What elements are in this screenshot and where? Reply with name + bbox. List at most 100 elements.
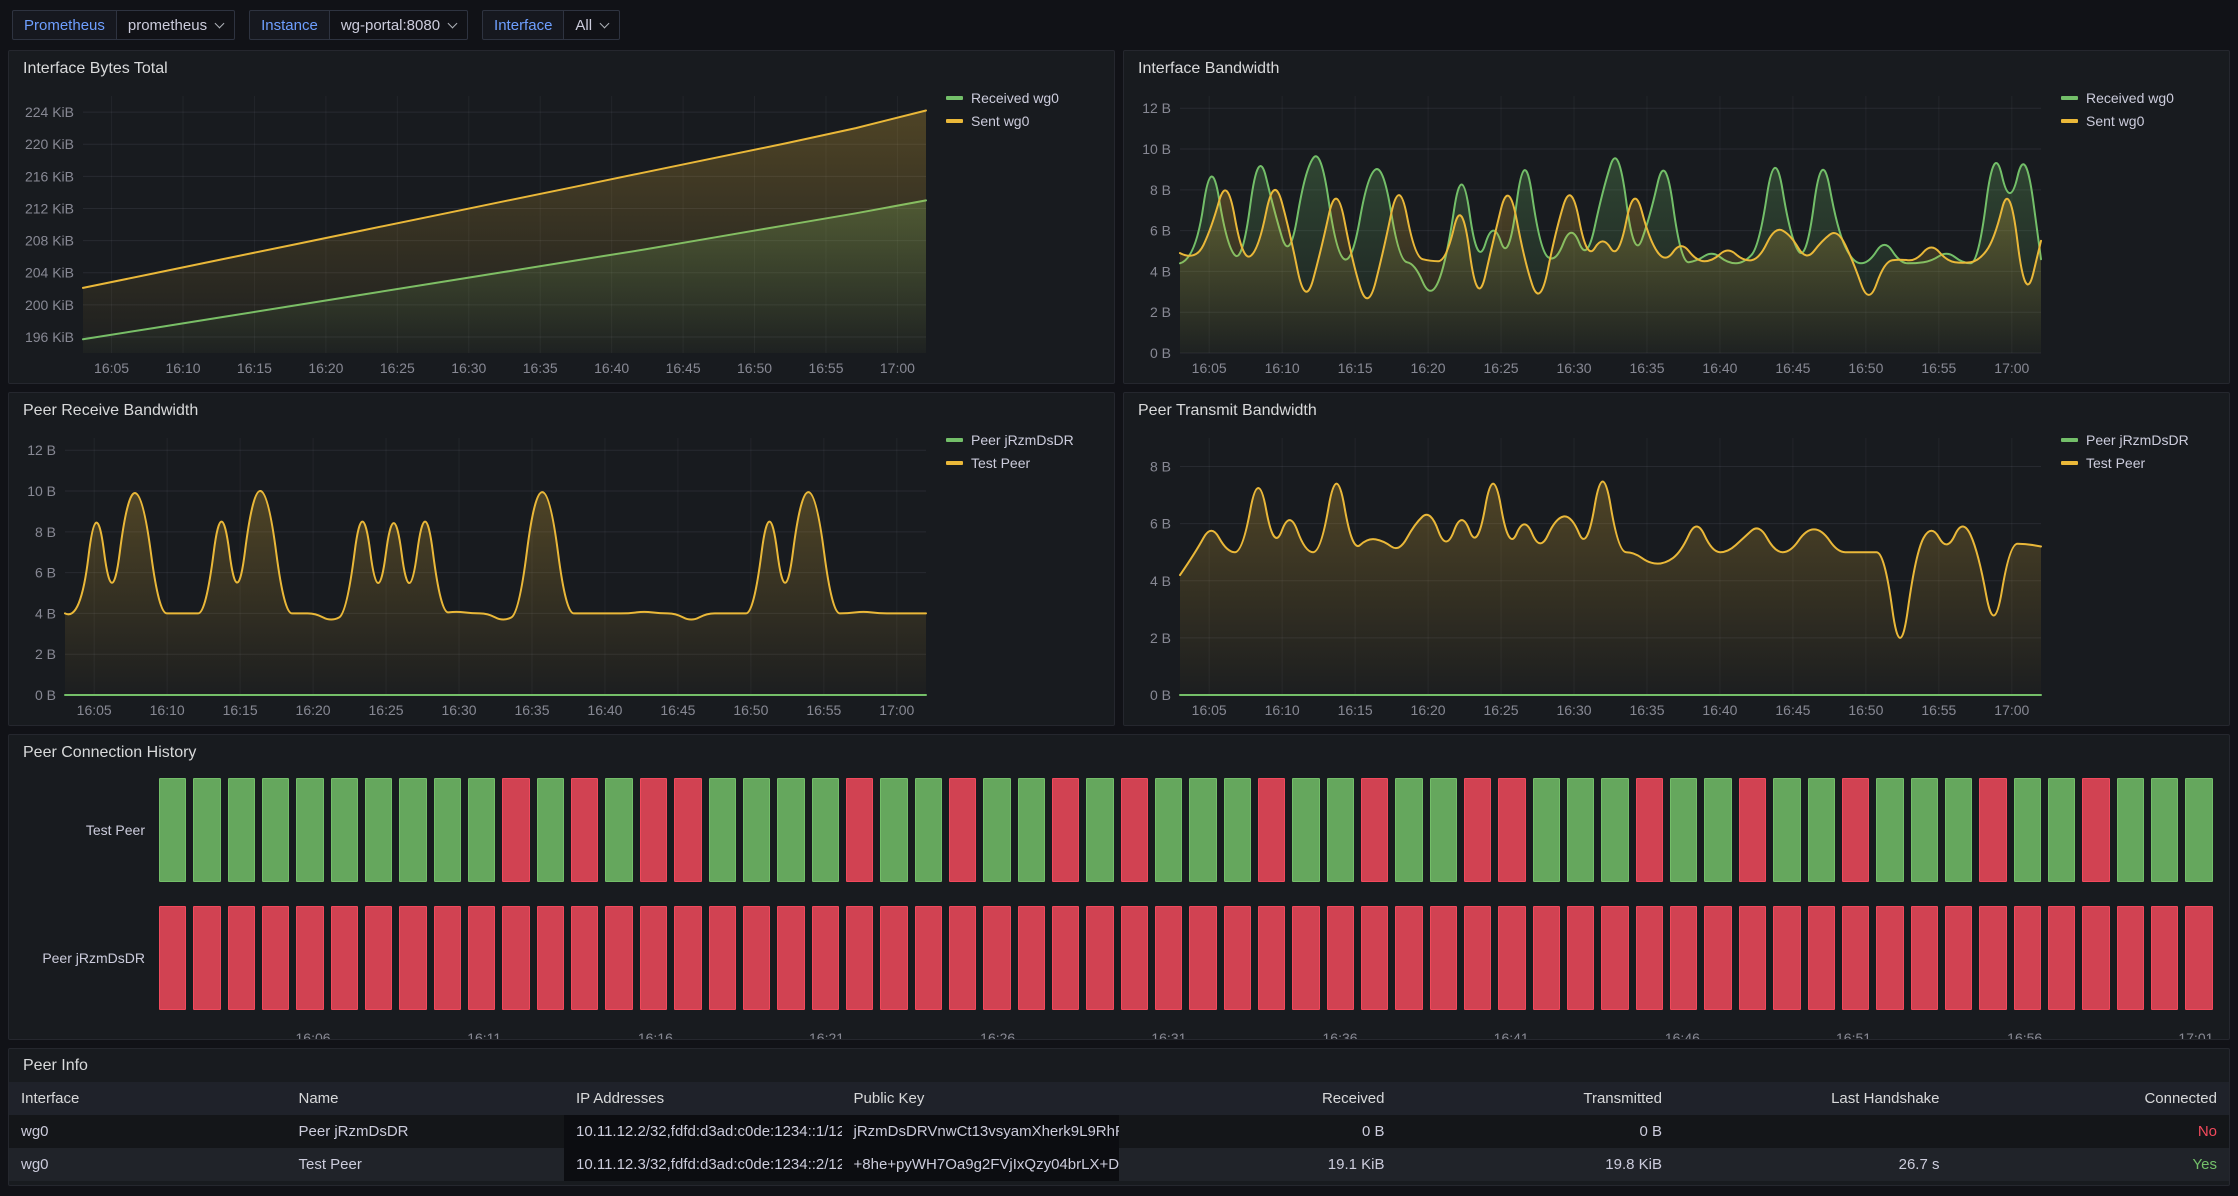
state-disconnected-bar — [193, 906, 220, 1010]
state-disconnected-bar — [1808, 906, 1835, 1010]
panel-title[interactable]: Peer Info — [9, 1049, 2229, 1080]
panel-title[interactable]: Peer Receive Bandwidth — [9, 393, 1114, 424]
variable-label-interface: Interface — [482, 10, 564, 40]
table-cell: Yes — [1952, 1148, 2230, 1181]
column-header[interactable]: Transmitted — [1397, 1082, 1675, 1115]
state-connected-bar — [1395, 778, 1422, 882]
svg-text:4 B: 4 B — [1150, 573, 1171, 589]
svg-text:16:55: 16:55 — [806, 702, 841, 718]
panel-title[interactable]: Interface Bandwidth — [1124, 51, 2229, 82]
state-connected-bar — [1911, 778, 1938, 882]
state-disconnected-bar — [502, 778, 529, 882]
state-connected-bar — [193, 778, 220, 882]
state-disconnected-bar — [674, 778, 701, 882]
chevron-down-icon — [215, 18, 225, 28]
state-disconnected-bar — [1395, 906, 1422, 1010]
column-header[interactable]: Received — [1119, 1082, 1397, 1115]
panel-title[interactable]: Peer Transmit Bandwidth — [1124, 393, 2229, 424]
state-disconnected-bar — [1979, 778, 2006, 882]
state-disconnected-bar — [605, 906, 632, 1010]
state-disconnected-bar — [777, 906, 804, 1010]
svg-text:204 KiB: 204 KiB — [25, 265, 74, 281]
state-disconnected-bar — [846, 778, 873, 882]
legend-label: Test Peer — [2086, 455, 2145, 471]
legend-item-test-peer[interactable]: Test Peer — [946, 455, 1104, 471]
svg-text:16:20: 16:20 — [1411, 702, 1446, 718]
panel-peer-connection-history: Peer Connection History Test Peer Peer jR… — [8, 734, 2230, 1040]
svg-text:16:40: 16:40 — [594, 360, 629, 376]
svg-text:17:00: 17:00 — [1994, 360, 2029, 376]
state-disconnected-bar — [1292, 906, 1319, 1010]
state-timeline[interactable]: Test PeerPeer jRzmDsDR16:0616:1116:1616:… — [9, 766, 2229, 1040]
svg-text:16:45: 16:45 — [1775, 360, 1810, 376]
variable-value-interface[interactable]: All — [564, 10, 620, 40]
table-cell: 0 B — [1397, 1115, 1675, 1148]
state-disconnected-bar — [2117, 906, 2144, 1010]
state-connected-bar — [1945, 778, 1972, 882]
table-cell: wg0 — [9, 1115, 287, 1148]
state-connected-bar — [2185, 778, 2212, 882]
svg-text:8 B: 8 B — [1150, 459, 1171, 475]
legend-label: Received wg0 — [2086, 90, 2174, 106]
state-disconnected-bar — [1258, 778, 1285, 882]
timeline-axis-label: 16:06 — [296, 1030, 331, 1040]
state-disconnected-bar — [1327, 906, 1354, 1010]
state-disconnected-bar — [812, 906, 839, 1010]
state-connected-bar — [262, 778, 289, 882]
svg-text:10 B: 10 B — [1142, 141, 1171, 157]
svg-text:16:15: 16:15 — [237, 360, 272, 376]
panel-title[interactable]: Interface Bytes Total — [9, 51, 1114, 82]
svg-text:16:10: 16:10 — [1265, 702, 1300, 718]
column-header[interactable]: Interface — [9, 1082, 287, 1115]
legend-item-peer-jrzmdsdr[interactable]: Peer jRzmDsDR — [946, 432, 1104, 448]
column-header[interactable]: Public Key — [842, 1082, 1120, 1115]
svg-text:16:10: 16:10 — [150, 702, 185, 718]
timeline-row: Test Peer — [19, 778, 2213, 882]
state-connected-bar — [228, 778, 255, 882]
state-disconnected-bar — [1155, 906, 1182, 1010]
state-disconnected-bar — [1018, 906, 1045, 1010]
state-disconnected-bar — [571, 778, 598, 882]
chart-canvas[interactable]: 0 B2 B4 B6 B8 B10 B12 B16:0516:1016:1516… — [15, 424, 936, 723]
column-header[interactable]: IP Addresses — [564, 1082, 842, 1115]
state-disconnected-bar — [159, 906, 186, 1010]
state-disconnected-bar — [1979, 906, 2006, 1010]
panel-interface-bandwidth: Interface Bandwidth 0 B2 B4 B6 B8 B10 B1… — [1123, 50, 2230, 384]
svg-text:16:05: 16:05 — [77, 702, 112, 718]
legend-item-test-peer[interactable]: Test Peer — [2061, 455, 2219, 471]
column-header[interactable]: Last Handshake — [1674, 1082, 1952, 1115]
svg-text:16:15: 16:15 — [1338, 360, 1373, 376]
column-header[interactable]: Name — [287, 1082, 565, 1115]
state-connected-bar — [468, 778, 495, 882]
state-disconnected-bar — [640, 906, 667, 1010]
svg-text:196 KiB: 196 KiB — [25, 329, 74, 345]
column-header[interactable]: Connected — [1952, 1082, 2230, 1115]
panel-title[interactable]: Peer Connection History — [9, 735, 2229, 766]
timeline-row: Peer jRzmDsDR — [19, 906, 2213, 1010]
legend-item-received-wg0[interactable]: Received wg0 — [2061, 90, 2219, 106]
chevron-down-icon — [600, 18, 610, 28]
svg-text:16:55: 16:55 — [1921, 702, 1956, 718]
table-body: wg0Peer jRzmDsDR10.11.12.2/32,fdfd:d3ad:… — [9, 1115, 2229, 1181]
legend-item-sent-wg0[interactable]: Sent wg0 — [2061, 113, 2219, 129]
state-connected-bar — [812, 778, 839, 882]
chart-canvas[interactable]: 0 B2 B4 B6 B8 B10 B12 B16:0516:1016:1516… — [1130, 82, 2051, 381]
variable-value-prometheus[interactable]: prometheus — [117, 10, 235, 40]
state-disconnected-bar — [880, 906, 907, 1010]
svg-text:0 B: 0 B — [1150, 687, 1171, 703]
panel-row-2: Peer Receive Bandwidth 0 B2 B4 B6 B8 B10… — [8, 392, 2230, 726]
variable-value-instance[interactable]: wg-portal:8080 — [330, 10, 468, 40]
legend-item-sent-wg0[interactable]: Sent wg0 — [946, 113, 1104, 129]
state-disconnected-bar — [1464, 906, 1491, 1010]
legend-item-peer-jrzmdsdr[interactable]: Peer jRzmDsDR — [2061, 432, 2219, 448]
chart-canvas[interactable]: 196 KiB200 KiB204 KiB208 KiB212 KiB216 K… — [15, 82, 936, 381]
chart-canvas[interactable]: 0 B2 B4 B6 B8 B16:0516:1016:1516:2016:25… — [1130, 424, 2051, 723]
state-connected-bar — [1086, 778, 1113, 882]
svg-text:0 B: 0 B — [35, 687, 56, 703]
state-disconnected-bar — [2185, 906, 2212, 1010]
state-disconnected-bar — [1361, 906, 1388, 1010]
svg-text:200 KiB: 200 KiB — [25, 297, 74, 313]
timeline-axis-label: 16:11 — [467, 1030, 501, 1040]
variable-selected-value: prometheus — [128, 17, 207, 34]
legend-item-received-wg0[interactable]: Received wg0 — [946, 90, 1104, 106]
